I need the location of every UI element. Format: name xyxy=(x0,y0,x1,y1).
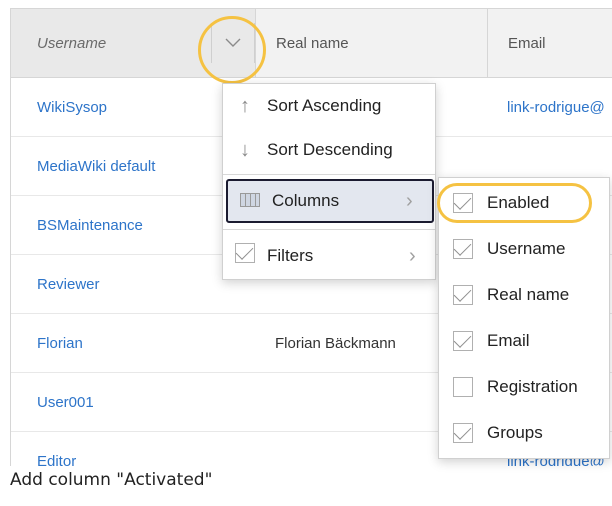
arrow-down-icon: ↓ xyxy=(240,138,250,161)
email-cell[interactable]: link-rodrigue@ xyxy=(507,78,605,136)
column-toggle-groups[interactable]: Groups xyxy=(439,411,609,455)
highlight-ring xyxy=(437,183,592,223)
menu-item-sort-ascending[interactable]: ↑ Sort Ascending xyxy=(223,84,435,128)
column-header-label: Email xyxy=(508,34,546,52)
menu-item-label: Sort Descending xyxy=(267,140,393,159)
checkbox-unchecked-icon[interactable] xyxy=(453,377,473,397)
chevron-right-icon: › xyxy=(409,244,416,267)
username-cell[interactable]: MediaWiki default xyxy=(37,137,155,195)
highlight-ring xyxy=(198,16,266,84)
menu-item-label: Filters xyxy=(267,246,314,265)
grid-header: Username Real name Email xyxy=(11,9,612,78)
column-toggle-label: Username xyxy=(487,239,566,258)
column-header-label: Real name xyxy=(276,34,349,52)
chevron-right-icon: › xyxy=(406,189,413,212)
username-cell[interactable]: User001 xyxy=(37,373,94,431)
menu-item-filters[interactable]: Filters › xyxy=(223,234,435,278)
caption: Add column "Activated" xyxy=(10,470,213,490)
checkbox-checked-icon[interactable] xyxy=(453,331,473,351)
menu-item-columns[interactable]: Columns › xyxy=(226,179,434,223)
checkbox-checked-icon[interactable] xyxy=(453,423,473,443)
menu-separator xyxy=(223,174,435,175)
column-header-realname[interactable]: Real name xyxy=(255,9,487,77)
checkbox-checked-icon[interactable] xyxy=(453,285,473,305)
username-cell[interactable]: WikiSysop xyxy=(37,78,107,136)
column-toggle-realname[interactable]: Real name xyxy=(439,273,609,317)
column-toggle-registration[interactable]: Registration xyxy=(439,365,609,409)
realname-cell: Florian Bäckmann xyxy=(275,334,396,352)
username-cell[interactable]: Editor xyxy=(37,432,76,467)
username-cell[interactable]: Florian xyxy=(37,314,83,372)
menu-item-label: Columns xyxy=(272,191,340,210)
menu-item-sort-descending[interactable]: ↓ Sort Descending xyxy=(223,128,435,172)
column-menu: ↑ Sort Ascending ↓ Sort Descending Colum… xyxy=(222,83,436,280)
username-cell[interactable]: BSMaintenance xyxy=(37,196,143,254)
columns-icon xyxy=(228,190,272,213)
menu-separator xyxy=(223,229,435,230)
column-toggle-label: Registration xyxy=(487,377,578,396)
username-cell[interactable]: Reviewer xyxy=(37,255,100,313)
column-header-label: Username xyxy=(37,34,107,52)
menu-item-label: Sort Ascending xyxy=(267,96,382,115)
column-toggle-label: Real name xyxy=(487,285,570,304)
column-header-email[interactable]: Email xyxy=(487,9,612,77)
column-toggle-username[interactable]: Username xyxy=(439,227,609,271)
checkbox-icon xyxy=(223,243,267,269)
arrow-up-icon: ↑ xyxy=(240,94,250,117)
column-toggle-label: Email xyxy=(487,331,530,350)
column-toggle-email[interactable]: Email xyxy=(439,319,609,363)
column-toggle-label: Groups xyxy=(487,423,543,442)
checkbox-checked-icon[interactable] xyxy=(453,239,473,259)
